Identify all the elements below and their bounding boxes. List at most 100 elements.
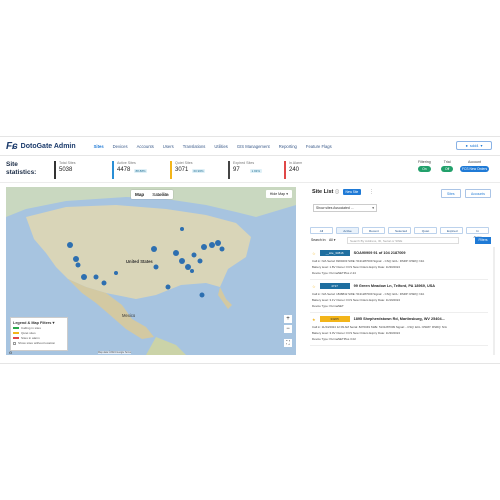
site-id-badge: 4727: [319, 283, 350, 289]
legend-item-no-location[interactable]: Show sites without location: [13, 341, 65, 345]
stat-value: 4478: [117, 167, 131, 173]
site-detail-line: Call in: N/A Serial: 1848842 SWE: 513128…: [312, 292, 425, 296]
nav-sites[interactable]: Sites: [94, 144, 104, 149]
site-marker[interactable]: [75, 262, 81, 268]
tab-selected[interactable]: Selected: [388, 227, 411, 234]
nav-users[interactable]: Users: [163, 144, 174, 149]
site-marker[interactable]: [197, 258, 203, 264]
site-marker[interactable]: [185, 264, 191, 270]
account-filter-pill[interactable]: FCS New Orders: [460, 166, 490, 172]
site-detail-line: Battery level: 3.0V Owner: FCS New Order…: [312, 331, 400, 335]
site-marker[interactable]: [151, 246, 157, 252]
nav-feature-flags[interactable]: Feature Flags: [306, 144, 332, 149]
search-input[interactable]: Search By Address, ID, Serial or SWE: [347, 237, 459, 244]
site-marker[interactable]: [199, 292, 205, 298]
nav-translations[interactable]: Translations: [183, 144, 206, 149]
site-list-scrollbar[interactable]: [493, 247, 495, 355]
top-nav-bar: Fɕ DotoGate Admin Sites Devices Accounts…: [0, 137, 500, 156]
sites-toggle-button[interactable]: Sites: [441, 189, 461, 198]
user-menu-button[interactable]: ● sdd4 ▾: [456, 141, 492, 150]
stat-label: In Alarm: [289, 161, 303, 165]
nav-utilities[interactable]: Utilities: [214, 144, 228, 149]
stat-percent-badge: 1.93%: [250, 169, 262, 173]
site-marker[interactable]: [153, 264, 159, 270]
legend-item-quiet: Quiet sites: [13, 331, 65, 335]
show-sites-select[interactable]: Show sites Associated ... ▾: [313, 204, 377, 212]
site-marker[interactable]: [165, 284, 171, 290]
legend-title[interactable]: Legend & Map Filters ▾: [13, 320, 65, 325]
checkbox-icon[interactable]: [13, 341, 16, 345]
filtering-toggle-group: Filtering On: [418, 160, 431, 172]
site-marker[interactable]: [173, 250, 179, 256]
map-tab-map[interactable]: Map: [131, 190, 148, 199]
legend-label: Sites in alarm: [21, 336, 40, 340]
site-marker[interactable]: [101, 280, 107, 286]
site-marker[interactable]: [191, 252, 197, 258]
star-icon[interactable]: ☆: [312, 284, 316, 289]
chevron-down-icon: ▾: [333, 238, 336, 242]
search-scope-select[interactable]: All ▾: [329, 238, 335, 242]
site-detail-line: Device Type: PermaNETPlus 2.24: [312, 271, 356, 275]
site-marker[interactable]: [190, 269, 194, 273]
trial-toggle[interactable]: Off: [441, 166, 454, 172]
map-label-united-states: United States: [126, 259, 153, 264]
site-marker[interactable]: [73, 256, 79, 262]
central-america-land: [146, 337, 186, 355]
site-marker[interactable]: [209, 242, 215, 248]
nav-gis-management[interactable]: GIS Management: [237, 144, 270, 149]
app-window: Fɕ DotoGate Admin Sites Devices Accounts…: [0, 136, 500, 364]
map-label-mexico: Mexico: [122, 313, 136, 318]
app-title: DotoGate Admin: [20, 142, 76, 150]
site-row[interactable]: ☆ 4727 99 Green Meadow Ln, Telford, PA 1…: [310, 280, 488, 313]
site-marker[interactable]: [219, 246, 225, 252]
show-sites-value: Associated ...: [333, 206, 354, 210]
tab-recent[interactable]: Recent: [362, 227, 385, 234]
site-row[interactable]: ★ 33205 1895 Shepherdstown Rd, Martinsbu…: [310, 313, 488, 346]
info-icon[interactable]: ⓘ: [335, 189, 339, 194]
app-logo[interactable]: Fɕ DotoGate Admin: [6, 141, 76, 152]
stat-percent-badge: 88.88%: [134, 169, 148, 173]
tab-in-alarm[interactable]: In Alarm: [466, 227, 489, 239]
accounts-toggle-button[interactable]: Accounts: [465, 189, 491, 198]
hide-map-button[interactable]: Hide Map ▾: [265, 190, 292, 198]
stat-value: 5038: [59, 167, 73, 173]
site-marker[interactable]: [93, 274, 99, 280]
site-marker[interactable]: [215, 240, 221, 246]
site-row[interactable]: ☆ __site_33816 SOA90909 91 of 104 218700…: [310, 247, 488, 280]
tab-active[interactable]: Active: [336, 227, 359, 234]
site-marker[interactable]: [179, 258, 185, 264]
site-marker[interactable]: [67, 242, 73, 248]
fullscreen-icon[interactable]: ⛶: [284, 339, 292, 347]
site-marker[interactable]: [81, 274, 87, 280]
filtering-toggle[interactable]: On: [418, 166, 431, 172]
filters-button[interactable]: Filters: [475, 237, 491, 244]
nav-reporting[interactable]: Reporting: [279, 144, 297, 149]
hide-map-label: Hide Map: [269, 192, 286, 196]
tab-expired[interactable]: Expired: [440, 227, 463, 234]
new-site-button[interactable]: New Site: [343, 189, 361, 195]
nav-accounts[interactable]: Accounts: [137, 144, 154, 149]
site-detail-line: Call in: N/A Serial: 8200203 SWE: 513128…: [312, 259, 425, 263]
more-options-icon[interactable]: ⋮: [369, 189, 374, 195]
star-icon[interactable]: ★: [312, 317, 316, 322]
site-marker[interactable]: [180, 227, 184, 231]
star-icon[interactable]: ☆: [312, 251, 316, 256]
site-marker[interactable]: [114, 271, 118, 275]
google-logo: G: [9, 350, 13, 355]
stat-active-sites: Active Sites 4478 88.88%: [112, 161, 148, 179]
site-marker[interactable]: [201, 244, 207, 250]
legend-item-calling: Calling in sites: [13, 326, 65, 330]
sites-map[interactable]: Map Satellite Hide Map ▾ United States M…: [6, 187, 296, 355]
stat-total-sites: Total Sites 5038: [54, 161, 76, 179]
user-name: sdd4: [469, 143, 479, 148]
site-detail-line: Battery level: 1.8V Owner: FCS New Order…: [312, 265, 400, 269]
site-filter-tabs: All Active Recent Selected Quiet Expired…: [310, 227, 489, 239]
zoom-out-button[interactable]: −: [284, 325, 292, 333]
site-row-header: ★ 33205 1895 Shepherdstown Rd, Martinsbu…: [312, 316, 445, 322]
tab-quiet[interactable]: Quiet: [414, 227, 437, 234]
stat-percent-badge: 60.96%: [192, 169, 206, 173]
tab-all[interactable]: All: [310, 227, 333, 234]
zoom-in-button[interactable]: +: [284, 315, 292, 323]
nav-devices[interactable]: Devices: [113, 144, 128, 149]
stat-value: 240: [289, 167, 300, 173]
